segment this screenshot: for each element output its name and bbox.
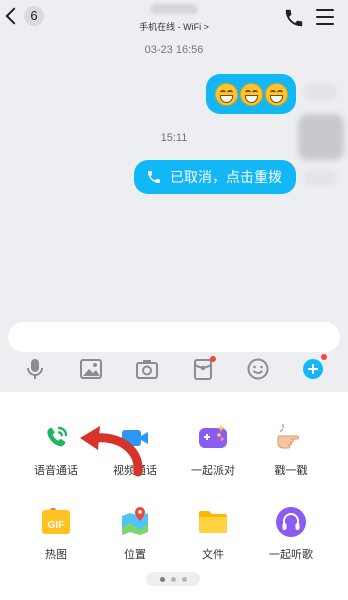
call-message-text: 已取消，点击重拨 xyxy=(170,169,282,185)
gif-label: 热图 xyxy=(45,549,67,561)
grinning-face-icon xyxy=(239,82,263,106)
party-icon xyxy=(199,424,227,448)
page-dot xyxy=(170,576,176,582)
annotation-arrow-icon xyxy=(80,426,143,477)
call-message-bubble[interactable]: 已取消，点击重拨 xyxy=(134,160,296,194)
function-panel: 语音通话 视频通话 一起派对 戳一戳 GIF 热图 位置 文件 一起听歌 xyxy=(0,392,348,600)
listen-music-label: 一起听歌 xyxy=(269,549,313,561)
avatar[interactable] xyxy=(298,114,344,160)
party-label: 一起派对 xyxy=(191,465,235,477)
chat-area: 03-23 16:56 15:11 已取消，点击重拨 xyxy=(0,40,348,318)
emoji-icon[interactable] xyxy=(245,356,271,382)
listen-music-button[interactable]: 一起听歌 xyxy=(251,504,331,562)
phone-icon[interactable] xyxy=(283,7,305,29)
page-indicator[interactable] xyxy=(146,572,200,586)
contact-name-blurred xyxy=(150,4,198,14)
message-timestamp: 15:11 xyxy=(160,132,188,144)
notification-dot xyxy=(321,354,327,360)
grinning-face-icon xyxy=(214,82,238,106)
folder-icon xyxy=(199,511,227,533)
location-label: 位置 xyxy=(124,549,146,561)
message-timestamp: 03-23 16:56 xyxy=(144,44,204,56)
phone-icon xyxy=(148,171,160,183)
gif-button[interactable]: GIF 热图 xyxy=(16,504,96,562)
red-packet-icon[interactable] xyxy=(190,356,216,382)
page-dot xyxy=(159,576,165,582)
file-label: 文件 xyxy=(202,549,224,561)
music-icon xyxy=(276,507,306,537)
camera-icon[interactable] xyxy=(134,356,160,382)
message-input[interactable] xyxy=(8,322,340,352)
file-button[interactable]: 文件 xyxy=(173,504,253,562)
page-dot xyxy=(181,576,187,582)
poke-label: 戳一戳 xyxy=(274,465,308,477)
svg-text:GIF: GIF xyxy=(48,520,65,531)
poke-icon xyxy=(277,424,299,449)
location-button[interactable]: 位置 xyxy=(95,504,175,562)
avatar[interactable] xyxy=(304,84,338,100)
grinning-face-icon xyxy=(264,82,288,106)
avatar[interactable] xyxy=(304,170,338,186)
notification-dot xyxy=(210,356,216,362)
input-toolbar xyxy=(0,354,348,386)
location-icon xyxy=(122,507,148,535)
gif-icon: GIF xyxy=(42,507,70,534)
party-button[interactable]: 一起派对 xyxy=(173,420,253,478)
chat-header: 6 手机在线 - WiFi > xyxy=(0,0,348,40)
plus-icon[interactable] xyxy=(300,354,327,382)
image-icon[interactable] xyxy=(78,356,104,382)
menu-icon[interactable] xyxy=(316,9,334,25)
mic-icon[interactable] xyxy=(22,356,48,382)
emoji-message-bubble[interactable] xyxy=(206,74,296,114)
poke-button[interactable]: 戳一戳 xyxy=(251,420,331,478)
